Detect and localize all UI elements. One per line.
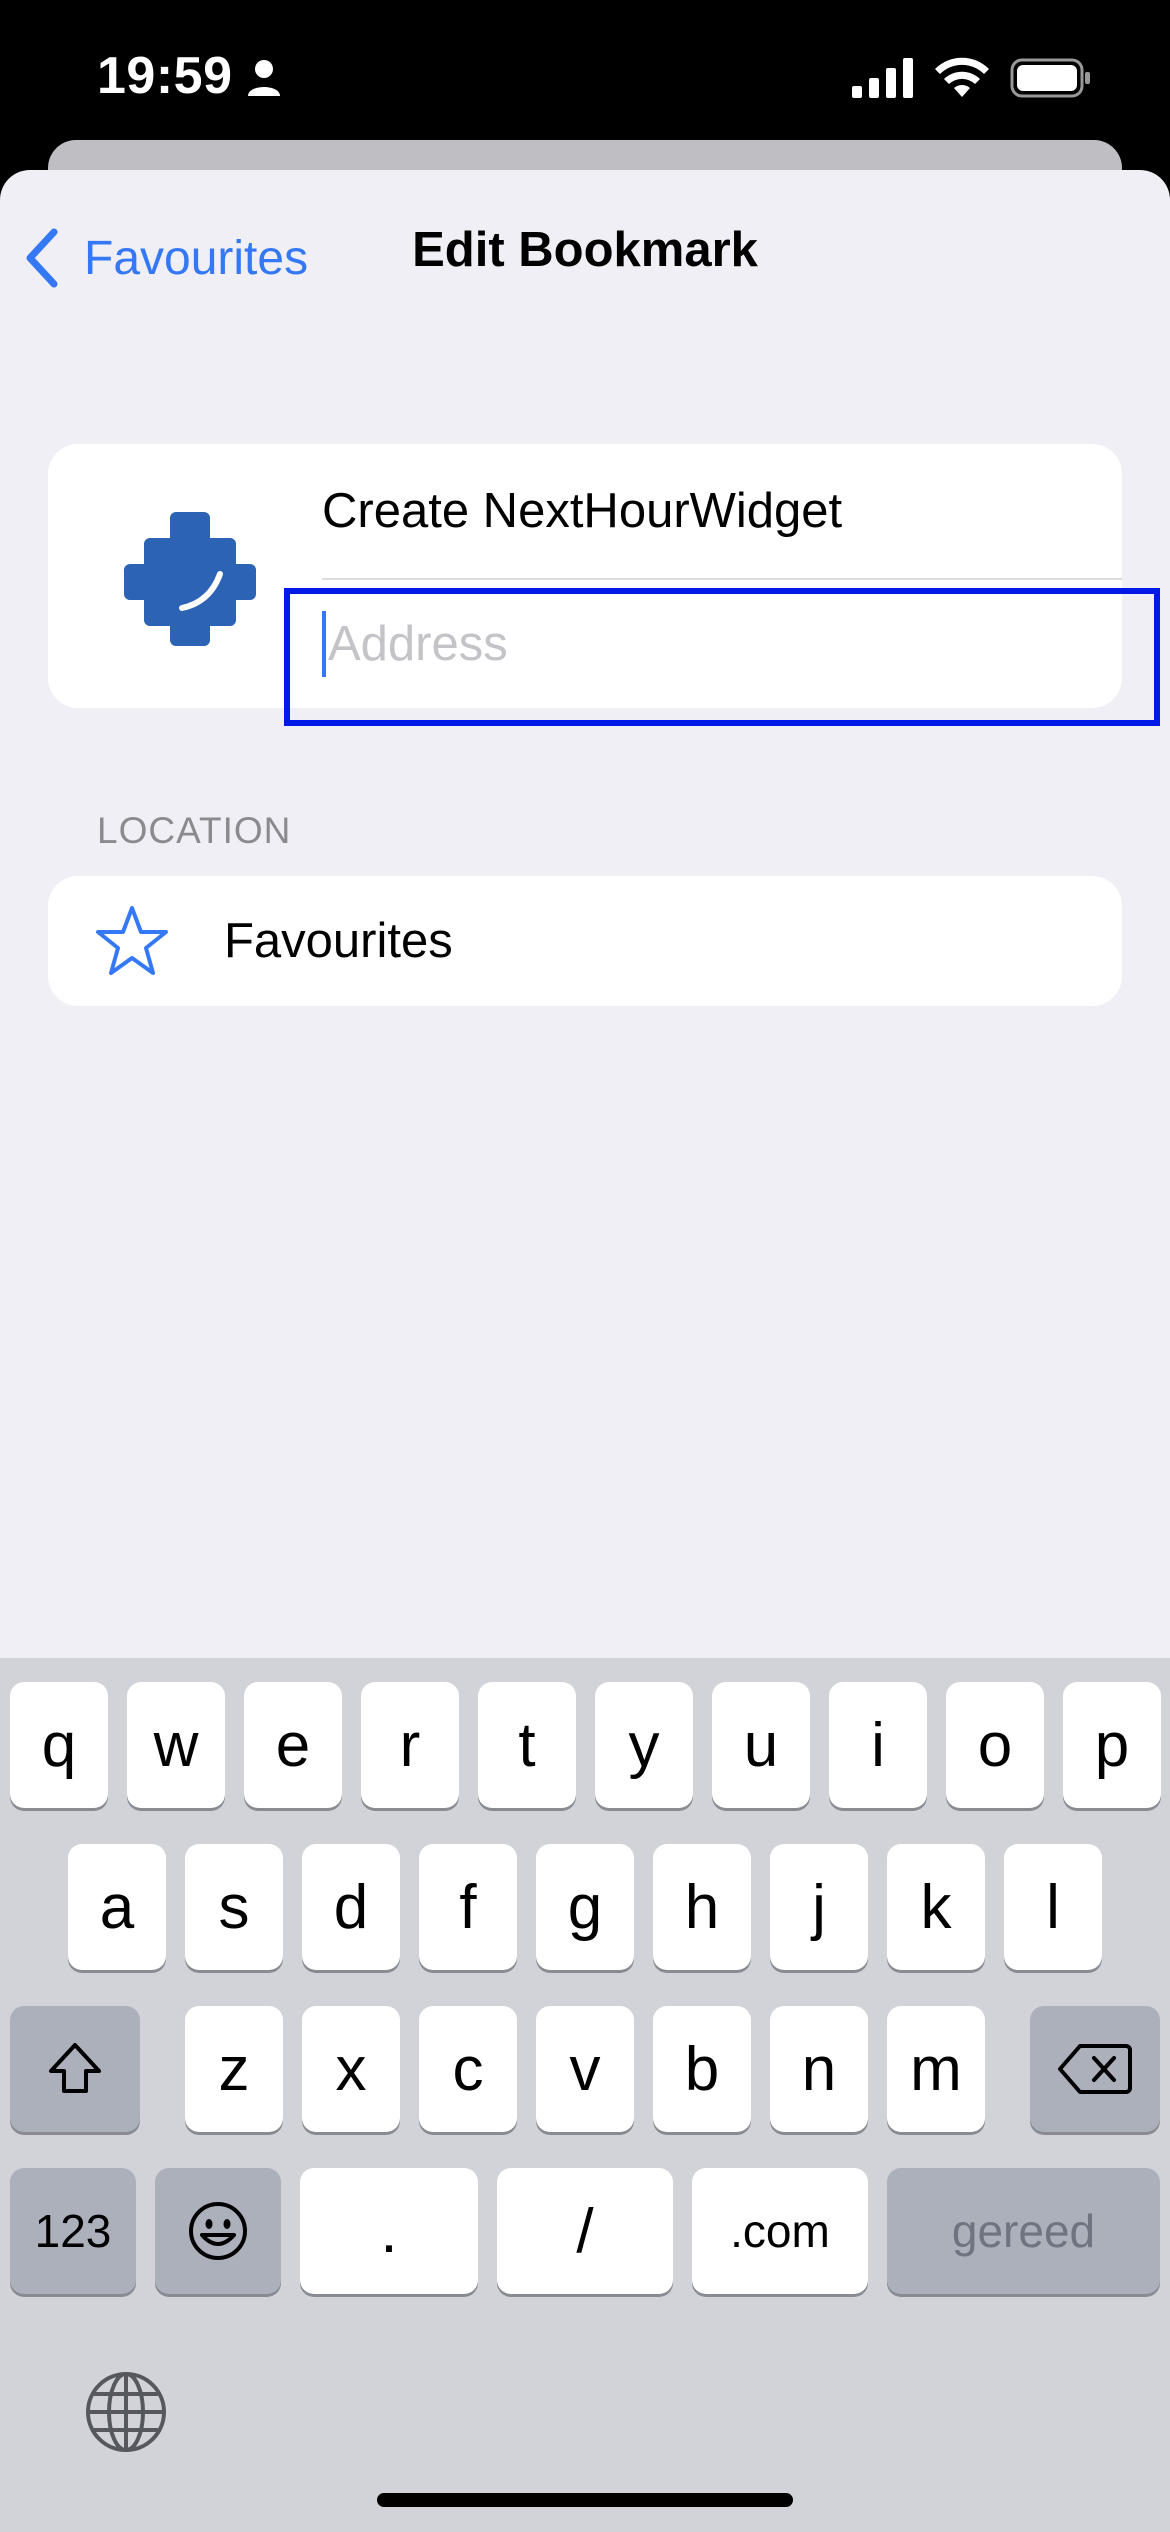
key-m[interactable]: m bbox=[887, 2006, 985, 2132]
key-f[interactable]: f bbox=[419, 1844, 517, 1970]
key-j[interactable]: j bbox=[770, 1844, 868, 1970]
key-w[interactable]: w bbox=[127, 1682, 225, 1808]
backspace-icon bbox=[1058, 2044, 1132, 2094]
slash-key[interactable]: / bbox=[497, 2168, 673, 2294]
key-i[interactable]: i bbox=[829, 1682, 927, 1808]
focus-highlight bbox=[284, 588, 1160, 726]
star-icon bbox=[96, 906, 168, 975]
nav-title-text: Edit Bookmark bbox=[412, 223, 758, 277]
key-e[interactable]: e bbox=[244, 1682, 342, 1808]
home-indicator bbox=[377, 2493, 793, 2507]
bookmark-title-field[interactable]: Create NextHourWidget bbox=[322, 480, 1122, 542]
key-k[interactable]: k bbox=[887, 1844, 985, 1970]
key-g[interactable]: g bbox=[536, 1844, 634, 1970]
key-q[interactable]: q bbox=[10, 1682, 108, 1808]
key-c[interactable]: c bbox=[419, 2006, 517, 2132]
delete-key[interactable] bbox=[1030, 2006, 1160, 2132]
key-d[interactable]: d bbox=[302, 1844, 400, 1970]
emoji-icon bbox=[189, 2202, 247, 2260]
field-divider bbox=[322, 578, 1122, 580]
puzzle-piece-icon bbox=[124, 512, 256, 646]
emoji-key[interactable] bbox=[155, 2168, 281, 2294]
key-u[interactable]: u bbox=[712, 1682, 810, 1808]
period-key[interactable]: . bbox=[300, 2168, 478, 2294]
key-t[interactable]: t bbox=[478, 1682, 576, 1808]
status-bar: 19:59 bbox=[0, 0, 1170, 150]
battery-icon bbox=[1010, 58, 1090, 98]
cellular-signal-icon bbox=[852, 58, 913, 98]
shift-icon bbox=[49, 2043, 101, 2093]
person-icon bbox=[248, 60, 280, 96]
key-b[interactable]: b bbox=[653, 2006, 751, 2132]
key-y[interactable]: y bbox=[595, 1682, 693, 1808]
wifi-icon bbox=[935, 57, 989, 97]
key-n[interactable]: n bbox=[770, 2006, 868, 2132]
key-o[interactable]: o bbox=[946, 1682, 1044, 1808]
shift-key[interactable] bbox=[10, 2006, 140, 2132]
location-section-header: LOCATION bbox=[97, 810, 292, 851]
key-z[interactable]: z bbox=[185, 2006, 283, 2132]
key-p[interactable]: p bbox=[1063, 1682, 1161, 1808]
keyboard: q w e r t y u i o p a s d f g h j k l z … bbox=[0, 1658, 1170, 2532]
key-v[interactable]: v bbox=[536, 2006, 634, 2132]
key-r[interactable]: r bbox=[361, 1682, 459, 1808]
dotcom-key[interactable]: .com bbox=[692, 2168, 868, 2294]
globe-icon[interactable] bbox=[84, 2370, 168, 2454]
chevron-left-icon bbox=[26, 228, 58, 288]
done-key[interactable]: gereed bbox=[887, 2168, 1160, 2294]
key-l[interactable]: l bbox=[1004, 1844, 1102, 1970]
location-folder-label: Favourites bbox=[224, 914, 453, 968]
numbers-key[interactable]: 123 bbox=[10, 2168, 136, 2294]
back-button-label: Favourites bbox=[84, 231, 309, 285]
status-time: 19:59 bbox=[97, 47, 233, 105]
key-x[interactable]: x bbox=[302, 2006, 400, 2132]
key-s[interactable]: s bbox=[185, 1844, 283, 1970]
location-folder-row[interactable]: Favourites bbox=[48, 876, 1122, 1006]
key-h[interactable]: h bbox=[653, 1844, 751, 1970]
back-button[interactable]: Favourites bbox=[22, 218, 308, 298]
key-a[interactable]: a bbox=[68, 1844, 166, 1970]
